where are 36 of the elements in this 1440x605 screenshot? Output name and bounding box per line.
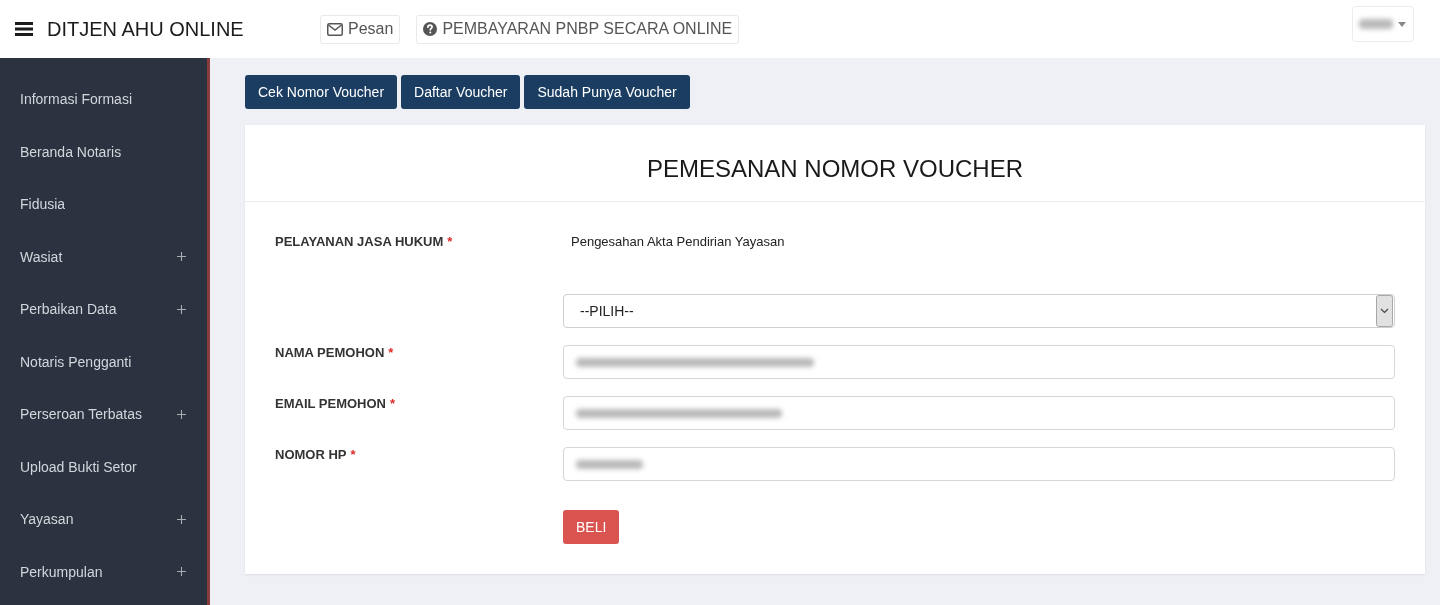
sidebar-item[interactable]: Beranda Notaris (0, 125, 207, 178)
sidebar-item[interactable]: Upload Bukti Setor (0, 440, 207, 493)
sidebar-item[interactable]: Notaris Pengganti (0, 335, 207, 388)
field-label: EMAIL PEMOHON (275, 396, 386, 412)
sidebar-item[interactable]: Perbaikan Data (0, 283, 207, 336)
required-mark: * (388, 345, 394, 361)
sidebar-item[interactable]: Wasiat (0, 230, 207, 283)
field-label: PELAYANAN JASA HUKUM (275, 234, 444, 250)
sidebar-item[interactable]: Perseroan Terbatas (0, 388, 207, 441)
payment-info-button[interactable]: PEMBAYARAN PNBP SECARA ONLINE (416, 14, 740, 44)
required-mark: * (447, 234, 453, 250)
voucher-button[interactable]: Sudah Punya Voucher (524, 75, 690, 109)
input-field[interactable] (563, 396, 1395, 430)
sidebar-item[interactable]: Fidusia (0, 178, 207, 231)
field-value: Pengesahan Akta Pendirian Yayasan (571, 234, 785, 250)
app-title: DITJEN AHU ONLINE (47, 17, 244, 41)
voucher-button[interactable]: Daftar Voucher (401, 75, 521, 109)
voucher-button[interactable]: Cek Nomor Voucher (245, 75, 398, 109)
required-mark: * (390, 396, 396, 412)
envelope-icon (327, 22, 343, 36)
input-field[interactable] (563, 447, 1395, 481)
help-icon (423, 22, 438, 36)
sidebar-item[interactable]: Perkumpulan (0, 545, 207, 598)
field-label: NOMOR HP (275, 447, 347, 463)
user-menu-button[interactable] (1352, 6, 1414, 42)
required-mark: * (350, 447, 356, 463)
input-field[interactable] (563, 345, 1395, 379)
field-label: NAMA PEMOHON (275, 345, 385, 361)
card-title: PEMESANAN NOMOR VOUCHER (646, 155, 1023, 183)
caret-icon (1398, 21, 1406, 27)
messages-button[interactable]: Pesan (320, 14, 401, 44)
select-field[interactable]: --PILIH-- (563, 294, 1395, 328)
sidebar-item[interactable]: Informasi Formasi (0, 73, 207, 126)
sidebar-item[interactable]: Yayasan (0, 493, 207, 546)
buy-button[interactable]: BELI (563, 510, 620, 544)
menu-icon[interactable] (15, 22, 33, 36)
